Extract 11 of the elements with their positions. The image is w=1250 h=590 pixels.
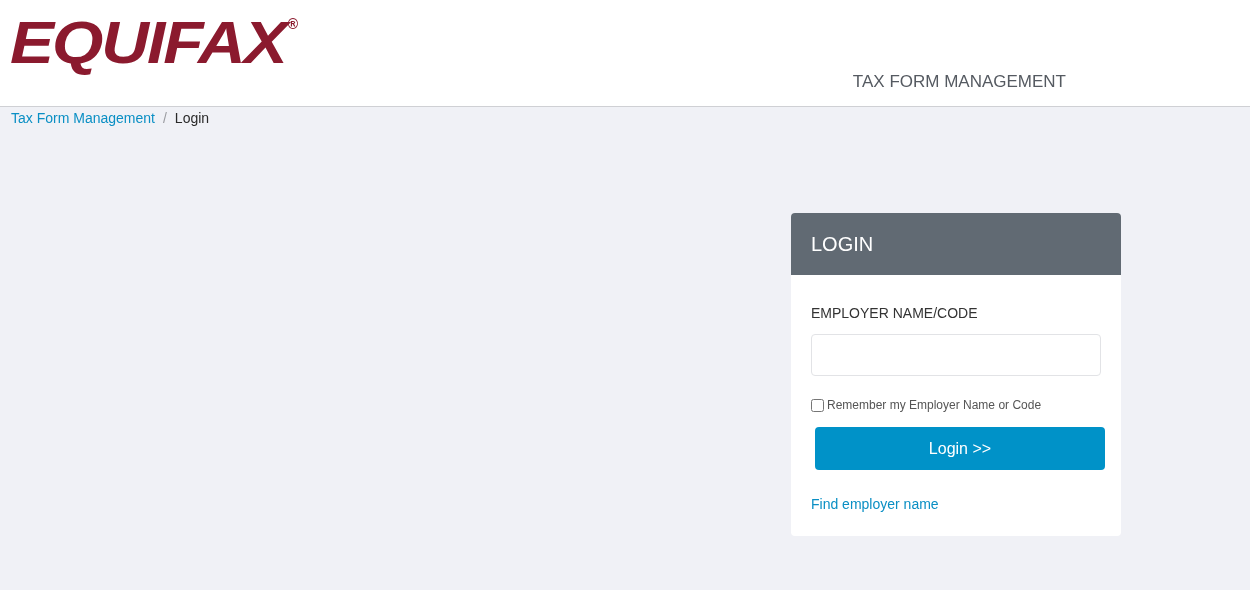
employer-input[interactable]: [811, 334, 1101, 376]
field-label: EMPLOYER NAME/CODE: [811, 304, 979, 323]
remember-checkbox[interactable]: [811, 398, 824, 412]
login-button[interactable]: Login >>: [815, 427, 1105, 470]
breadcrumb-current: Login: [174, 108, 210, 128]
card-title: LOGIN: [811, 232, 874, 257]
breadcrumb-separator: /: [162, 108, 167, 128]
find-employer-link[interactable]: Find employer name: [811, 496, 939, 512]
app-title: TAX FORM MANAGEMENT: [852, 71, 1066, 93]
remember-label: Remember my Employer Name or Code: [827, 397, 1042, 414]
breadcrumb-link[interactable]: Tax Form Management: [11, 107, 155, 129]
